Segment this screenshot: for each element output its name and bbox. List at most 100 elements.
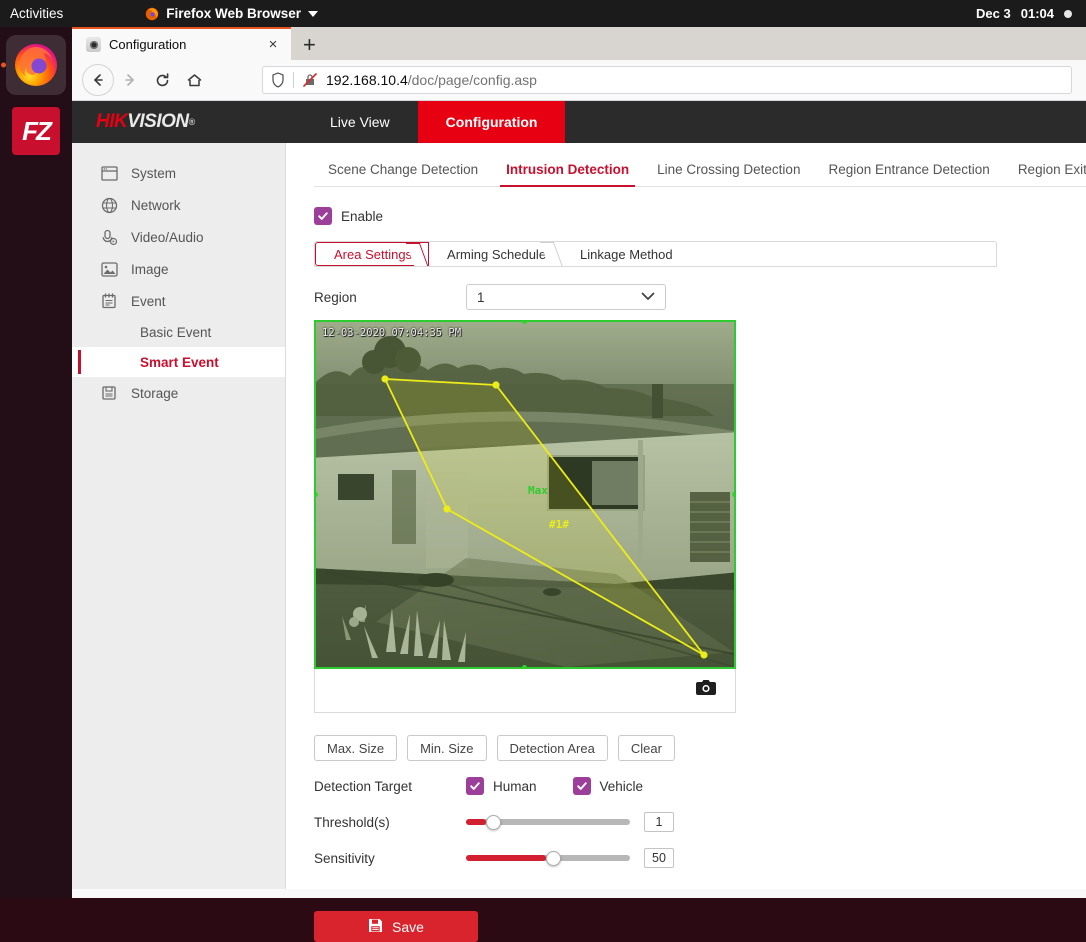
activities-button[interactable]: Activities bbox=[0, 6, 77, 21]
sensitivity-track[interactable] bbox=[466, 850, 630, 866]
back-button[interactable] bbox=[82, 64, 114, 96]
save-button[interactable]: Save bbox=[314, 911, 478, 942]
sidebar-item-video-audio[interactable]: Video/Audio bbox=[72, 221, 285, 253]
tab-region-exiting-detection[interactable]: Region Exiting Detection bbox=[1004, 162, 1086, 186]
max-size-label: Max bbox=[528, 484, 548, 497]
app-menu[interactable]: Firefox Web Browser bbox=[145, 6, 319, 21]
url-divider bbox=[293, 72, 294, 88]
forward-button[interactable] bbox=[114, 64, 146, 96]
detection-polygon[interactable] bbox=[316, 322, 734, 667]
tab-strip: Configuration × + bbox=[72, 27, 1086, 60]
resize-handle-bottom[interactable] bbox=[522, 665, 527, 667]
video-preview-wrapper: 12-03-2020 07:04:35 PM Max #1# bbox=[314, 320, 736, 713]
globe-icon bbox=[100, 196, 118, 214]
floppy-icon bbox=[368, 918, 383, 936]
tab-intrusion-detection[interactable]: Intrusion Detection bbox=[492, 162, 643, 187]
camera-icon[interactable] bbox=[695, 679, 717, 702]
threshold-value[interactable]: 1 bbox=[644, 812, 674, 832]
gnome-top-bar: Activities Firefox Web Browser Dec 3 01:… bbox=[0, 0, 1086, 27]
sensitivity-value[interactable]: 50 bbox=[644, 848, 674, 868]
reload-button[interactable] bbox=[146, 64, 178, 96]
sidebar-item-network[interactable]: Network bbox=[72, 189, 285, 221]
threshold-track[interactable] bbox=[466, 814, 630, 830]
home-icon bbox=[187, 73, 201, 86]
url-path: /doc/page/config.asp bbox=[407, 72, 537, 88]
sidebar-item-label: Storage bbox=[131, 385, 179, 401]
sensitivity-label: Sensitivity bbox=[314, 850, 375, 866]
enable-checkbox[interactable] bbox=[314, 207, 332, 225]
step-arming-schedule[interactable]: Arming Schedule bbox=[429, 242, 562, 266]
sidebar-item-label: Basic Event bbox=[140, 324, 212, 340]
clock-time: 01:04 bbox=[1020, 6, 1054, 21]
detection-target-vehicle[interactable]: Vehicle bbox=[572, 777, 643, 795]
config-sidebar: System Network Video/Audio Image Event B… bbox=[72, 143, 286, 889]
close-icon[interactable]: × bbox=[265, 36, 281, 53]
firefox-icon bbox=[145, 7, 159, 21]
min-size-button[interactable]: Min. Size bbox=[407, 735, 487, 761]
sidebar-item-system[interactable]: System bbox=[72, 157, 285, 189]
sensitivity-thumb[interactable] bbox=[546, 850, 562, 866]
video-timestamp: 12-03-2020 07:04:35 PM bbox=[322, 327, 462, 339]
app-menu-label: Firefox Web Browser bbox=[166, 6, 302, 21]
page-body: System Network Video/Audio Image Event B… bbox=[72, 143, 1086, 942]
detection-target-row: Detection Target Human Vehicle bbox=[314, 775, 1086, 797]
disk-icon bbox=[100, 384, 118, 402]
sidebar-item-image[interactable]: Image bbox=[72, 253, 285, 285]
human-checkbox[interactable] bbox=[466, 777, 484, 795]
dock-item-filezilla[interactable]: FZ bbox=[6, 101, 66, 161]
enable-row: Enable bbox=[314, 207, 1086, 225]
video-toolbar bbox=[314, 669, 736, 713]
filezilla-icon: FZ bbox=[12, 107, 60, 155]
firefox-logo-icon bbox=[15, 44, 57, 86]
threshold-label: Threshold(s) bbox=[314, 814, 390, 830]
sidebar-item-label: Video/Audio bbox=[131, 229, 204, 245]
max-size-button[interactable]: Max. Size bbox=[314, 735, 398, 761]
sensitivity-row: Sensitivity 50 bbox=[314, 847, 1086, 869]
tab-scene-change-detection[interactable]: Scene Change Detection bbox=[314, 162, 492, 186]
region-select[interactable]: 1 bbox=[466, 284, 666, 310]
region-label: Region bbox=[314, 289, 357, 305]
tab-line-crossing-detection[interactable]: Line Crossing Detection bbox=[643, 162, 814, 186]
sidebar-item-storage[interactable]: Storage bbox=[72, 377, 285, 409]
video-preview[interactable]: 12-03-2020 07:04:35 PM Max #1# bbox=[314, 320, 736, 669]
status-indicator-icon bbox=[1064, 9, 1072, 18]
nav-item-live-view[interactable]: Live View bbox=[302, 101, 418, 143]
vehicle-checkbox[interactable] bbox=[572, 777, 591, 795]
chevron-down-icon bbox=[641, 290, 655, 304]
url-bar[interactable]: 192.168.10.4/doc/page/config.asp bbox=[262, 66, 1072, 94]
step-linkage-method[interactable]: Linkage Method bbox=[562, 242, 689, 266]
logo-registered-mark: ® bbox=[188, 117, 196, 127]
threshold-slider[interactable] bbox=[466, 811, 630, 833]
area-button-row: Max. Size Min. Size Detection Area Clear bbox=[314, 735, 1086, 761]
sidebar-item-smart-event[interactable]: Smart Event bbox=[72, 347, 285, 377]
tab-region-entrance-detection[interactable]: Region Entrance Detection bbox=[814, 162, 1003, 186]
window-icon bbox=[100, 164, 118, 182]
detection-area-button[interactable]: Detection Area bbox=[496, 735, 608, 761]
nav-item-configuration[interactable]: Configuration bbox=[417, 101, 566, 143]
browser-toolbar: 192.168.10.4/doc/page/config.asp bbox=[72, 60, 1086, 101]
system-clock[interactable]: Dec 3 01:04 bbox=[976, 0, 1086, 27]
microphone-icon bbox=[100, 228, 118, 246]
resize-handle-right[interactable] bbox=[732, 492, 734, 497]
clear-button[interactable]: Clear bbox=[617, 735, 675, 761]
threshold-row: Threshold(s) 1 bbox=[314, 811, 1086, 833]
hikvision-header: HIK VISION ® Live View Configuration bbox=[72, 101, 1086, 143]
home-button[interactable] bbox=[178, 64, 210, 96]
config-content: Scene Change Detection Intrusion Detecti… bbox=[286, 143, 1086, 942]
sidebar-item-label: Smart Event bbox=[140, 354, 219, 370]
logo-vision-text: VISION bbox=[127, 111, 189, 132]
detection-target-human[interactable]: Human bbox=[466, 777, 537, 795]
logo-hik-text: HIK bbox=[96, 111, 128, 132]
main-nav: Live View Configuration bbox=[302, 101, 566, 143]
browser-tab-configuration[interactable]: Configuration × bbox=[72, 27, 291, 60]
sidebar-item-basic-event[interactable]: Basic Event bbox=[72, 317, 285, 347]
sidebar-item-event[interactable]: Event bbox=[72, 285, 285, 317]
sensitivity-slider[interactable] bbox=[466, 847, 630, 869]
threshold-thumb[interactable] bbox=[485, 814, 501, 830]
ubuntu-dock: FZ bbox=[0, 27, 72, 898]
step-area-settings[interactable]: Area Settings bbox=[315, 242, 430, 266]
arrow-left-icon bbox=[94, 74, 103, 86]
dock-item-firefox[interactable] bbox=[6, 35, 66, 95]
new-tab-button[interactable]: + bbox=[291, 34, 328, 56]
calendar-icon bbox=[100, 292, 118, 310]
